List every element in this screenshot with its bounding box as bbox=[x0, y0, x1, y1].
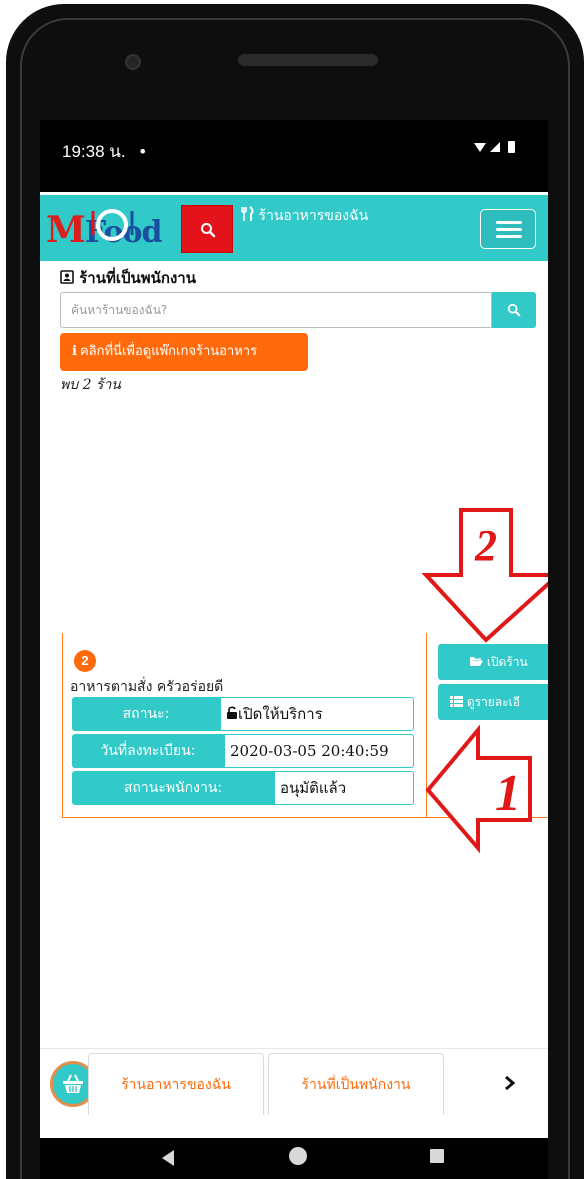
status-value: เปิดให้บริการ bbox=[220, 697, 414, 731]
shop-number-badge: 2 bbox=[74, 650, 96, 672]
navbar-my-restaurants-link[interactable]: ร้านอาหารของฉัน bbox=[240, 205, 368, 227]
open-shop-button[interactable]: เปิดร้าน bbox=[438, 644, 548, 680]
utensils-icon bbox=[241, 206, 254, 221]
registration-date-row: วันที่ลงทะเบียน: 2020-03-05 20:40:59 bbox=[72, 734, 414, 768]
screen: 19:38 น. • MFood ร้านอาหารของฉัน ร้านที่… bbox=[40, 120, 548, 1138]
search-icon bbox=[201, 223, 216, 238]
folder-open-icon bbox=[470, 657, 483, 666]
found-count: พบ 2 ร้าน bbox=[60, 377, 121, 393]
back-icon bbox=[162, 1150, 174, 1166]
system-nav-icons bbox=[162, 1147, 444, 1166]
view-details-label: ดูรายละเอี bbox=[466, 695, 520, 709]
status-bar: 19:38 น. • bbox=[40, 120, 548, 192]
chevron-right-icon bbox=[505, 1075, 516, 1091]
battery-icon bbox=[508, 141, 515, 153]
bottom-nav: ร้านอาหารของฉัน ร้านที่เป็นพนักงาน bbox=[40, 1048, 548, 1122]
page-title-text: ร้านที่เป็นพนักงาน bbox=[79, 269, 196, 287]
front-camera bbox=[125, 54, 141, 70]
tab-employee-restaurants[interactable]: ร้านที่เป็นพนักงาน bbox=[268, 1053, 444, 1115]
info-icon: i bbox=[72, 344, 77, 359]
home-icon bbox=[289, 1147, 307, 1165]
earpiece-speaker bbox=[238, 54, 378, 66]
top-navbar: MFood ร้านอาหารของฉัน bbox=[40, 195, 548, 261]
card-divider bbox=[426, 633, 427, 818]
status-time: 19:38 น. • bbox=[62, 138, 146, 165]
basket-icon bbox=[63, 1074, 83, 1093]
registration-date-value: 2020-03-05 20:40:59 bbox=[224, 734, 414, 768]
logo-m: M bbox=[46, 209, 86, 251]
employee-status-value: อนุมัติแล้ว bbox=[274, 771, 414, 805]
status-dot: • bbox=[139, 142, 146, 161]
hamburger-line bbox=[496, 228, 522, 231]
search-icon bbox=[507, 303, 521, 317]
employee-status-row: สถานะพนักงาน: อนุมัติแล้ว bbox=[72, 771, 414, 805]
status-row: สถานะ: เปิดให้บริการ bbox=[72, 697, 414, 731]
tab-next-button[interactable] bbox=[480, 1053, 540, 1115]
list-icon bbox=[450, 696, 463, 707]
shop-name: อาหารตามสั่ง ครัวอร่อยดี bbox=[70, 679, 224, 695]
registration-date-label: วันที่ลงทะเบียน: bbox=[72, 734, 224, 768]
status-time-text: 19:38 น. bbox=[62, 142, 126, 161]
employee-status-label: สถานะพนักงาน: bbox=[72, 771, 274, 805]
hamburger-line bbox=[496, 235, 522, 238]
navbar-title: ร้านอาหารของฉัน bbox=[258, 208, 369, 224]
shop-search-row bbox=[60, 292, 536, 328]
view-details-button[interactable]: ดูรายละเอี bbox=[438, 684, 548, 720]
page-title: ร้านที่เป็นพนักงาน bbox=[60, 266, 196, 290]
status-icons bbox=[474, 141, 515, 153]
phone-frame: 19:38 น. • MFood ร้านอาหารของฉัน ร้านที่… bbox=[0, 0, 588, 1179]
id-card-icon bbox=[60, 270, 74, 284]
card-divider bbox=[426, 817, 548, 818]
arrow-2-label: 2 bbox=[474, 521, 497, 570]
hamburger-icon bbox=[496, 221, 522, 224]
arrow-1-label: 1 bbox=[495, 765, 521, 822]
navbar-search-button[interactable] bbox=[181, 205, 233, 253]
status-label: สถานะ: bbox=[72, 697, 220, 731]
shop-search-button[interactable] bbox=[492, 292, 536, 328]
logo-plate-icon bbox=[91, 209, 134, 241]
view-package-button[interactable]: i คลิกที่นี่เพื่อดูแพ๊กเกจร้านอาหาร bbox=[60, 333, 308, 371]
open-shop-label: เปิดร้าน bbox=[486, 655, 528, 669]
tab-my-restaurants[interactable]: ร้านอาหารของฉัน bbox=[88, 1053, 264, 1115]
system-nav-bar bbox=[40, 1138, 548, 1179]
wifi-icon bbox=[474, 143, 486, 152]
arrow-1-left bbox=[425, 724, 532, 854]
view-package-label: คลิกที่นี่เพื่อดูแพ๊กเกจร้านอาหาร bbox=[79, 344, 258, 359]
hamburger-menu-button[interactable] bbox=[480, 209, 536, 249]
shop-search-input[interactable] bbox=[60, 292, 492, 328]
signal-icon bbox=[490, 142, 500, 152]
mfood-logo[interactable]: MFood bbox=[46, 205, 172, 253]
status-value-text: เปิดให้บริการ bbox=[238, 705, 323, 723]
recents-icon bbox=[430, 1149, 444, 1163]
unlock-icon bbox=[227, 706, 237, 719]
arrow-2-down bbox=[421, 508, 548, 643]
